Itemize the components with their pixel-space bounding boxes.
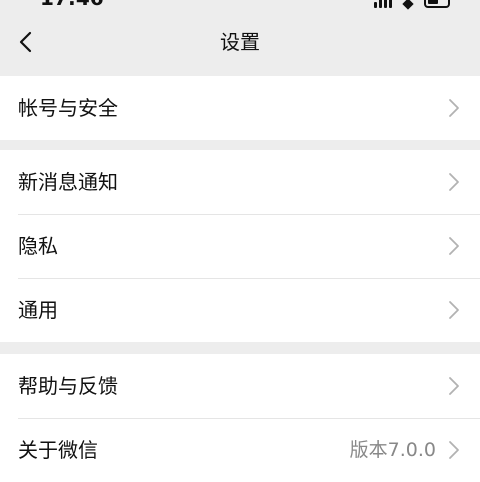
chevron-right-icon <box>449 237 459 255</box>
chevron-right-icon <box>449 99 459 117</box>
settings-item-help-feedback[interactable]: 帮助与反馈 <box>0 354 480 418</box>
settings-item-general[interactable]: 通用 <box>0 278 480 342</box>
settings-item-account-security[interactable]: 帐号与安全 <box>0 76 480 140</box>
settings-group-help: 帮助与反馈 关于微信 版本7.0.0 <box>0 354 480 482</box>
settings-item-label: 通用 <box>18 298 58 322</box>
chevron-right-icon <box>449 377 459 395</box>
settings-item-label: 帮助与反馈 <box>18 374 118 398</box>
settings-item-about[interactable]: 关于微信 版本7.0.0 <box>0 418 480 482</box>
chevron-right-icon <box>449 301 459 319</box>
page-title: 设置 <box>220 30 260 54</box>
settings-item-label: 隐私 <box>18 234 58 258</box>
chevron-right-icon <box>449 173 459 191</box>
nav-bar: 设置 <box>0 10 480 74</box>
settings-item-notifications[interactable]: 新消息通知 <box>0 150 480 214</box>
settings-group-account: 帐号与安全 <box>0 76 480 140</box>
chevron-right-icon <box>449 441 459 459</box>
settings-group-main: 新消息通知 隐私 通用 <box>0 150 480 342</box>
settings-item-label: 帐号与安全 <box>18 96 118 120</box>
settings-item-privacy[interactable]: 隐私 <box>0 214 480 278</box>
version-label: 版本7.0.0 <box>349 439 436 461</box>
settings-item-label: 新消息通知 <box>18 170 118 194</box>
settings-item-label: 关于微信 <box>18 438 98 462</box>
